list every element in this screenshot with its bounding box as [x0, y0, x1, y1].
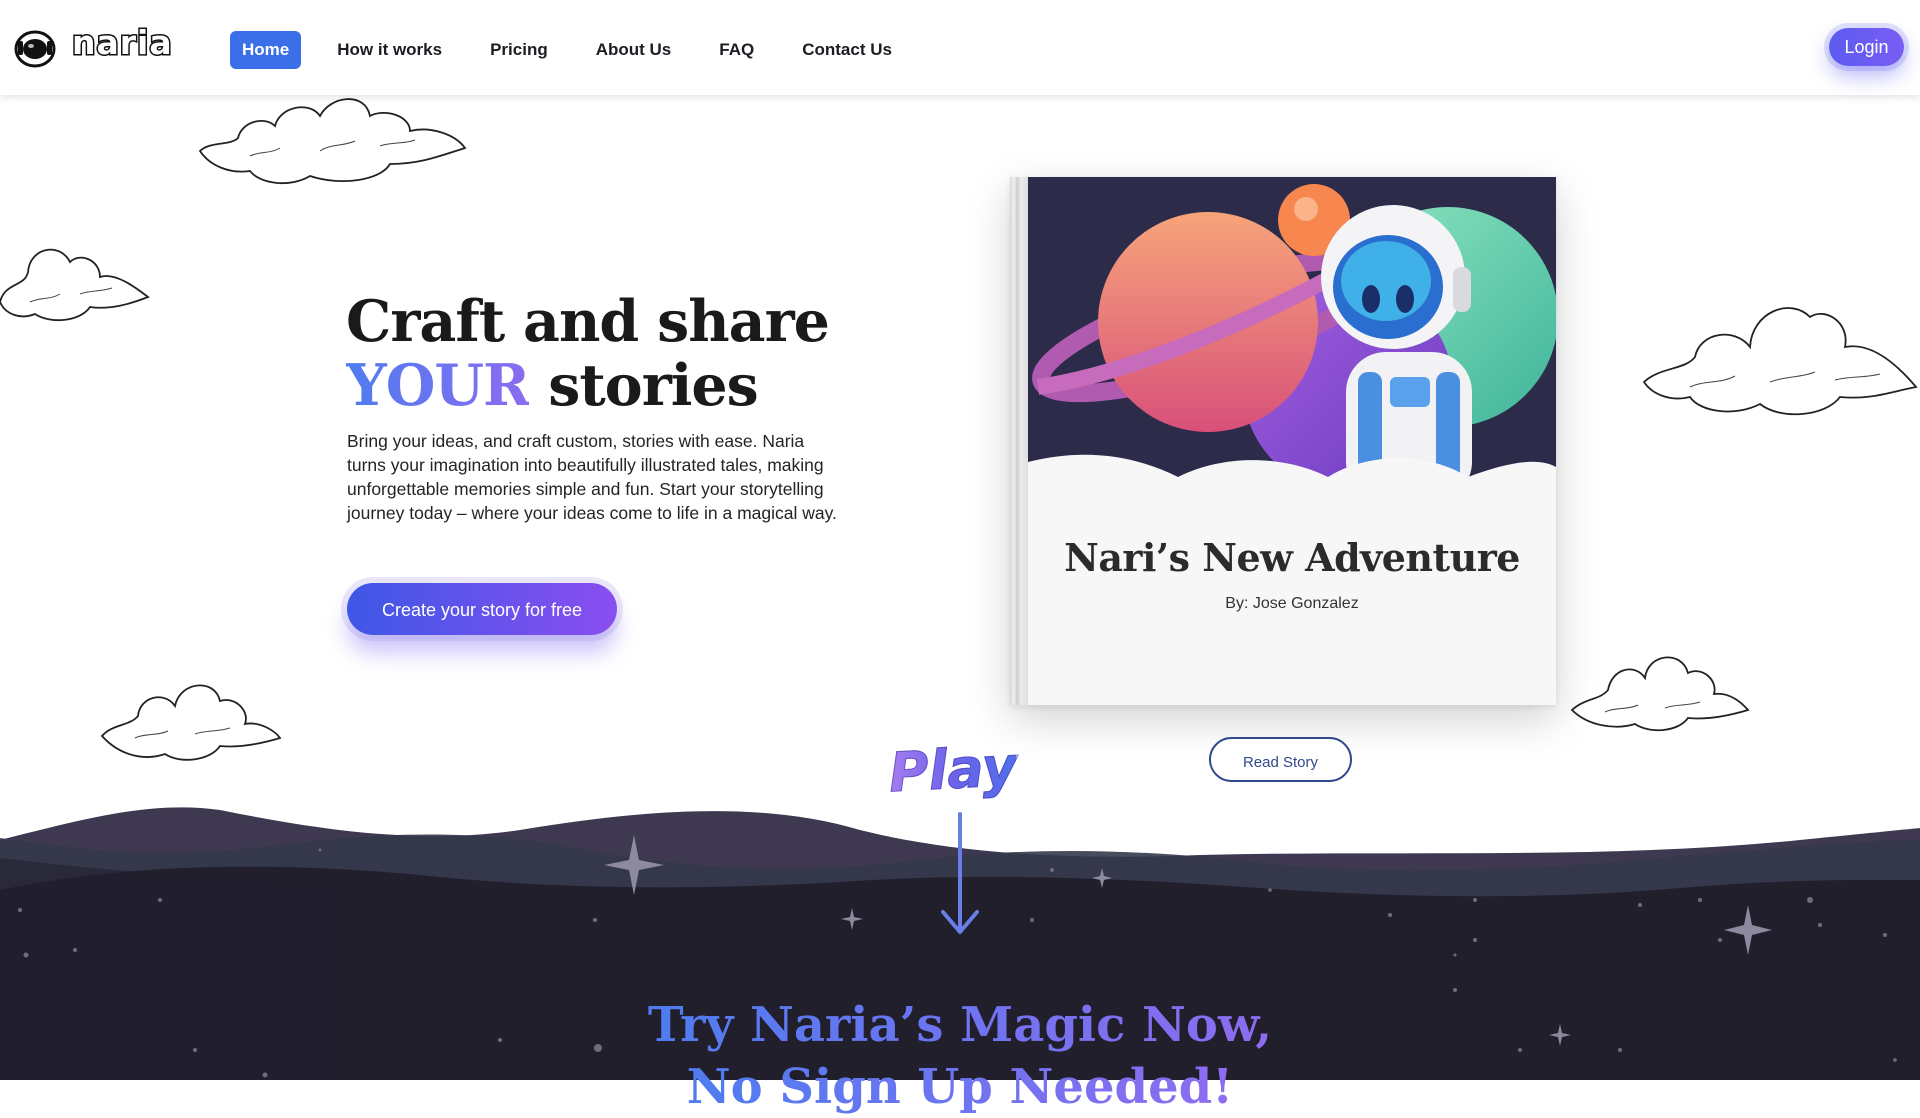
hero-title-accent: YOUR	[346, 352, 530, 419]
login-button[interactable]: Login	[1829, 28, 1904, 66]
cloud-sketch	[1570, 656, 1750, 732]
play-label[interactable]: Play	[887, 734, 1019, 805]
nav-links: Home How it works Pricing About Us FAQ C…	[230, 31, 928, 69]
astronaut-helmet-icon[interactable]	[14, 27, 56, 69]
nav-link-pricing[interactable]: Pricing	[478, 31, 560, 69]
brand-logo-text[interactable]: naria	[71, 22, 174, 64]
hero-description: Bring your ideas, and craft custom, stor…	[347, 431, 837, 523]
nav-link-how-it-works[interactable]: How it works	[325, 31, 454, 69]
try-magic-heading: Try Naria’s Magic Now, No Sign Up Needed…	[0, 994, 1920, 1118]
create-story-button[interactable]: Create your story for free	[347, 583, 617, 635]
book-spine	[1010, 177, 1028, 705]
nav-link-contact-us[interactable]: Contact Us	[790, 31, 904, 69]
nav-link-about-us[interactable]: About Us	[584, 31, 684, 69]
hero-title-line1: Craft and share	[346, 288, 830, 355]
book-author: By: Jose Gonzalez	[1225, 595, 1359, 612]
cloud-sketch	[100, 684, 282, 761]
hero-title-rest: stories	[529, 352, 758, 419]
read-story-button[interactable]: Read Story	[1209, 737, 1352, 782]
hero-title: Craft and share YOUR stories	[346, 288, 830, 419]
book-cover[interactable]: Nari’s New Adventure By: Jose Gonzalez	[1010, 177, 1556, 705]
nav-link-faq[interactable]: FAQ	[707, 31, 766, 69]
book-illustration-astronaut	[1028, 177, 1556, 507]
nav-link-home[interactable]: Home	[230, 31, 302, 69]
cloud-sketch	[0, 248, 150, 322]
cloud-sketch	[1642, 307, 1918, 416]
book-title: Nari’s New Adventure	[1064, 535, 1520, 580]
try-magic-heading-line2: No Sign Up Needed!	[686, 1059, 1234, 1115]
try-magic-heading-line1: Try Naria’s Magic Now,	[647, 997, 1273, 1053]
top-nav: naria Home How it works Pricing About Us…	[0, 0, 1920, 95]
cloud-sketch	[198, 98, 467, 185]
arrow-down-icon	[941, 812, 979, 934]
